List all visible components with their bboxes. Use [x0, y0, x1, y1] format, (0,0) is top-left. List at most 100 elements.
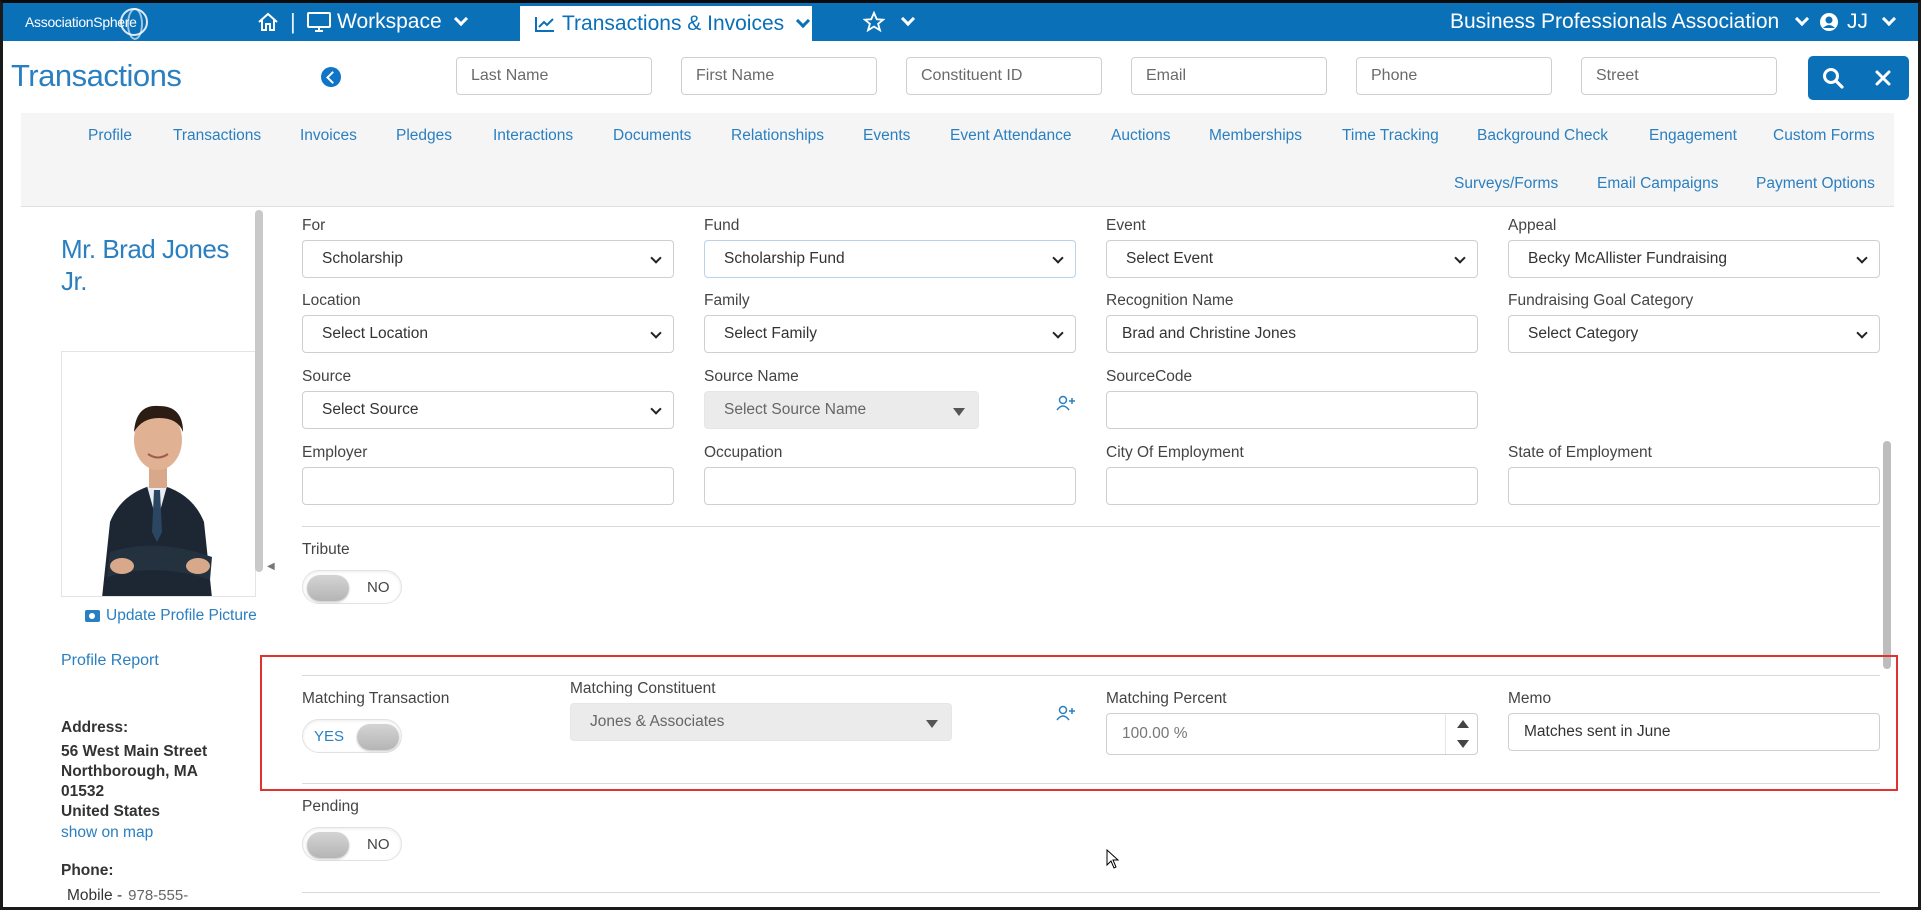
- nav-interactions[interactable]: Interactions: [493, 127, 573, 145]
- source-name-label: Source Name: [704, 368, 799, 385]
- nav-payment-options[interactable]: Payment Options: [1756, 175, 1875, 193]
- spin-down-icon[interactable]: [1457, 740, 1469, 748]
- source-name-select[interactable]: Select Source Name: [704, 391, 979, 429]
- section-divider: [302, 675, 1880, 676]
- recognition-name-input[interactable]: Brad and Christine Jones: [1106, 315, 1478, 353]
- toggle-knob: [357, 724, 399, 750]
- tab-transactions-invoices[interactable]: Transactions & Invoices: [520, 6, 812, 41]
- matching-percent-label: Matching Percent: [1106, 690, 1227, 707]
- source-code-input[interactable]: [1106, 391, 1478, 429]
- nav-profile[interactable]: Profile: [88, 127, 132, 145]
- for-value: Scholarship: [322, 250, 403, 267]
- nav-documents[interactable]: Documents: [613, 127, 691, 145]
- first-name-input[interactable]: [681, 57, 877, 95]
- tribute-toggle[interactable]: NO: [302, 570, 402, 604]
- location-select[interactable]: Select Location: [302, 315, 674, 353]
- nav-custom-forms[interactable]: Custom Forms: [1773, 127, 1875, 145]
- nav-pledges[interactable]: Pledges: [396, 127, 452, 145]
- state-employment-input[interactable]: [1508, 467, 1880, 505]
- goal-category-value: Select Category: [1528, 325, 1639, 342]
- update-profile-picture-link[interactable]: Update Profile Picture: [85, 607, 257, 625]
- email-input[interactable]: [1131, 57, 1327, 95]
- event-value: Select Event: [1126, 250, 1214, 267]
- nav-relationships[interactable]: Relationships: [731, 127, 824, 145]
- nav-surveys-forms[interactable]: Surveys/Forms: [1454, 175, 1558, 193]
- matching-transaction-toggle[interactable]: YES: [302, 719, 402, 753]
- toggle-knob: [307, 832, 349, 858]
- matching-constituent-label: Matching Constituent: [570, 680, 716, 697]
- back-arrow-icon[interactable]: [321, 67, 341, 87]
- nav-time-tracking[interactable]: Time Tracking: [1342, 127, 1439, 145]
- event-select[interactable]: Select Event: [1106, 240, 1478, 278]
- workspace-menu[interactable]: Workspace: [307, 3, 468, 41]
- memo-label: Memo: [1508, 690, 1552, 707]
- favorites-menu[interactable]: [863, 3, 916, 41]
- nav-invoices[interactable]: Invoices: [300, 127, 357, 145]
- profile-report-link[interactable]: Profile Report: [61, 652, 159, 670]
- search-button[interactable]: [1808, 56, 1858, 100]
- city-employment-input[interactable]: [1106, 467, 1478, 505]
- matching-constituent-select[interactable]: Jones & Associates: [570, 703, 952, 741]
- source-name-value: Select Source Name: [724, 401, 867, 418]
- mouse-cursor-icon: [1106, 849, 1120, 869]
- family-value: Select Family: [724, 325, 818, 342]
- organization-menu[interactable]: Business Professionals Association: [1450, 3, 1810, 41]
- chevron-down-icon: [796, 13, 811, 28]
- clear-button[interactable]: [1858, 56, 1908, 100]
- last-name-input[interactable]: [456, 57, 652, 95]
- nav-background-check[interactable]: Background Check: [1477, 127, 1608, 145]
- app-logo[interactable]: AssociationSphere: [25, 5, 155, 40]
- add-user-icon[interactable]: [1056, 705, 1076, 721]
- form-scrollbar[interactable]: [1883, 441, 1891, 669]
- memo-input[interactable]: Matches sent in June: [1508, 713, 1880, 751]
- employer-input[interactable]: [302, 467, 674, 505]
- show-on-map-link[interactable]: show on map: [61, 824, 153, 842]
- number-spinner[interactable]: [1445, 714, 1477, 754]
- chevron-down-icon: [1881, 11, 1897, 27]
- goal-category-select[interactable]: Select Category: [1508, 315, 1880, 353]
- state-employment-label: State of Employment: [1508, 444, 1652, 461]
- nav-auctions[interactable]: Auctions: [1111, 127, 1170, 145]
- phone-input[interactable]: [1356, 57, 1552, 95]
- search-icon: [1823, 68, 1844, 89]
- tab-label: Transactions & Invoices: [562, 11, 785, 35]
- appeal-select[interactable]: Becky McAllister Fundraising: [1508, 240, 1880, 278]
- toggle-knob: [307, 575, 349, 601]
- chevron-down-icon: [650, 327, 662, 339]
- home-icon[interactable]: [257, 3, 279, 41]
- nav-memberships[interactable]: Memberships: [1209, 127, 1302, 145]
- nav-transactions[interactable]: Transactions: [173, 127, 261, 145]
- tribute-label: Tribute: [302, 541, 350, 558]
- family-select[interactable]: Select Family: [704, 315, 1076, 353]
- profile-name: Mr. Brad Jones Jr.: [61, 234, 229, 296]
- monitor-icon: [307, 12, 331, 32]
- matching-percent-input[interactable]: 100.00 %: [1106, 713, 1478, 755]
- occupation-input[interactable]: [704, 467, 1076, 505]
- chevron-down-icon: [900, 11, 916, 27]
- street-input[interactable]: [1581, 57, 1777, 95]
- pending-toggle[interactable]: NO: [302, 827, 402, 861]
- location-value: Select Location: [322, 325, 428, 342]
- spin-up-icon[interactable]: [1457, 720, 1469, 728]
- add-user-icon[interactable]: [1056, 395, 1076, 411]
- workspace-label: Workspace: [337, 10, 442, 33]
- nav-engagement[interactable]: Engagement: [1649, 127, 1737, 145]
- nav-event-attendance[interactable]: Event Attendance: [950, 127, 1072, 145]
- fund-select[interactable]: Scholarship Fund: [704, 240, 1076, 278]
- source-select[interactable]: Select Source: [302, 391, 674, 429]
- nav-email-campaigns[interactable]: Email Campaigns: [1597, 175, 1718, 193]
- nav-events[interactable]: Events: [863, 127, 910, 145]
- constituent-id-input[interactable]: [906, 57, 1102, 95]
- mobile-number[interactable]: 978-555-: [128, 887, 188, 904]
- left-panel-scrollbar[interactable]: [255, 210, 263, 572]
- chart-line-icon: [535, 16, 554, 32]
- for-select[interactable]: Scholarship: [302, 240, 674, 278]
- fund-label: Fund: [704, 217, 740, 234]
- collapse-left-icon[interactable]: ◀: [267, 561, 275, 572]
- event-label: Event: [1106, 217, 1146, 234]
- section-divider: [302, 783, 1880, 784]
- goal-category-label: Fundraising Goal Category: [1508, 292, 1694, 309]
- chevron-down-icon: [1856, 252, 1868, 264]
- appeal-value: Becky McAllister Fundraising: [1528, 250, 1727, 267]
- user-menu[interactable]: JJ: [1819, 3, 1897, 41]
